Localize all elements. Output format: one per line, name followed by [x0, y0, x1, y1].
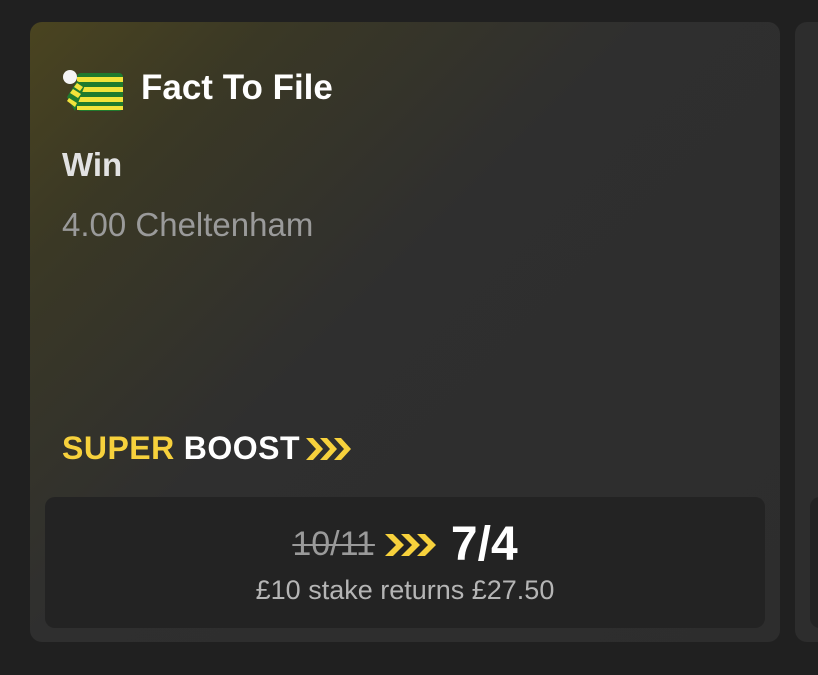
- boost-card[interactable]: Fact To File Win 4.00 Cheltenham SUPER B…: [30, 22, 780, 642]
- boost-word-boost: BOOST: [183, 430, 301, 466]
- jockey-silks-icon: [63, 70, 123, 111]
- old-odds: 10/11: [292, 525, 375, 563]
- odds-chevrons-icon: [384, 533, 436, 556]
- boost-chevrons-icon: [306, 437, 352, 460]
- boost-word-super: SUPER: [62, 430, 175, 466]
- runner-name: Fact To File: [141, 68, 333, 107]
- race-info: 4.00 Cheltenham: [62, 206, 314, 243]
- super-boost-label: SUPER BOOST: [62, 430, 352, 467]
- stake-returns-text: £10 stake returns £27.50: [255, 575, 555, 605]
- odds-row: 10/11 7/4: [45, 517, 765, 572]
- market-type: Win: [62, 146, 123, 183]
- next-card-odds-panel: [810, 497, 818, 628]
- boosted-odds-button[interactable]: 10/11 7/4 £10 stake returns £27.50: [45, 497, 765, 628]
- new-odds: 7/4: [450, 518, 518, 571]
